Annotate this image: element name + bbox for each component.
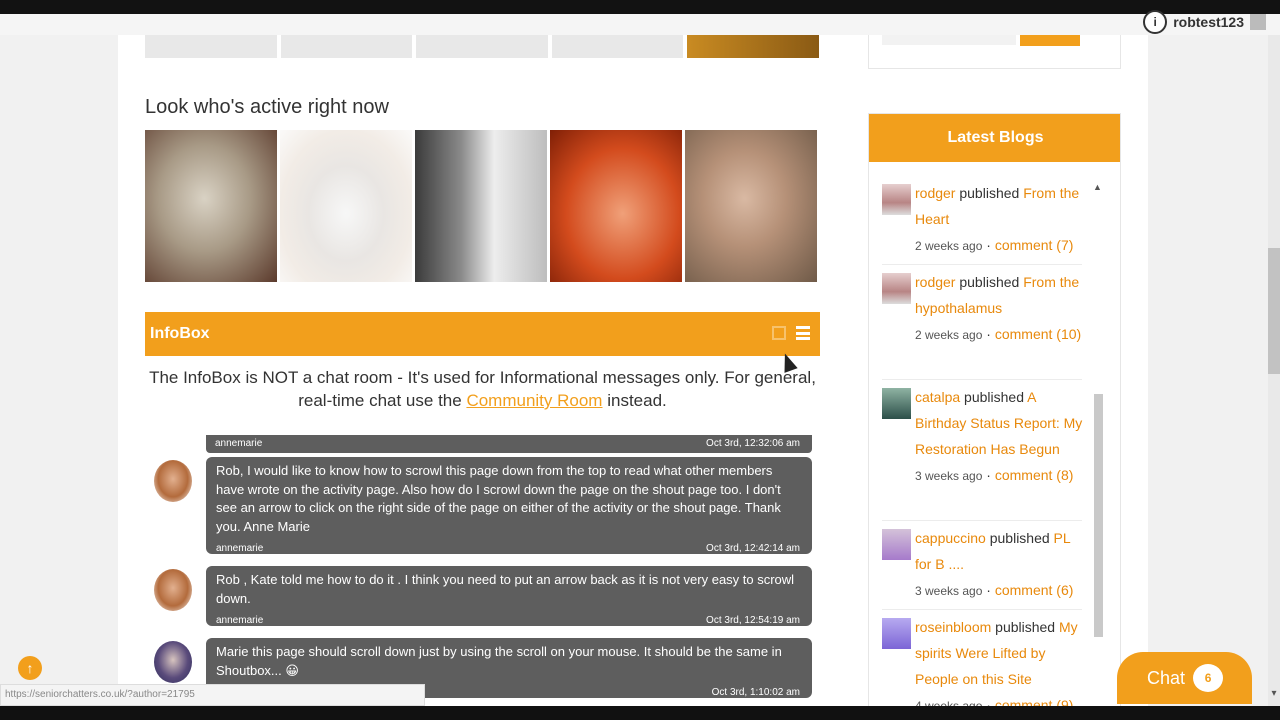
avatar[interactable]: [154, 569, 192, 611]
blog-entry: roseinbloom published My spirits Were Li…: [915, 619, 1078, 713]
note-suffix: instead.: [607, 391, 667, 410]
status-bar-url: https://seniorchatters.co.uk/?author=217…: [0, 684, 425, 706]
avatar[interactable]: [882, 529, 911, 560]
blog-comment-link[interactable]: comment (7): [995, 237, 1074, 253]
site-logo-icon: i: [1143, 10, 1168, 34]
blog-entry: rodger published From the Heart 2 weeks …: [915, 185, 1080, 253]
chat-count-badge: 6: [1193, 664, 1224, 692]
message-meta: annemarie Oct 3rd, 12:54:19 am: [216, 608, 802, 626]
section-title: Look who's active right now: [145, 96, 389, 118]
page-right-background: [1148, 35, 1268, 720]
latest-blogs-widget: Latest Blogs ▲ rodger published From the…: [868, 113, 1121, 720]
scroll-up-arrow-icon[interactable]: ▲: [1093, 182, 1102, 192]
user-menu[interactable]: i robtest123: [1143, 10, 1266, 34]
message-meta: annemarie Oct 3rd, 12:32:06 am: [206, 435, 812, 453]
infobox-note: The InfoBox is NOT a chat room - It's us…: [145, 366, 820, 412]
avatar[interactable]: [882, 184, 911, 215]
previous-photo-row: [145, 35, 819, 58]
blog-time: 2 weeks ago: [915, 328, 983, 342]
published-label: published: [964, 389, 1024, 405]
message-time: Oct 3rd, 12:32:06 am: [706, 438, 800, 449]
blog-author[interactable]: rodger: [915, 185, 955, 201]
blog-author[interactable]: cappuccino: [915, 530, 986, 546]
site-top-strip: [0, 14, 1280, 35]
message-time: Oct 3rd, 12:42:14 am: [706, 543, 800, 554]
page-left-background: [0, 35, 118, 720]
blog-comment-link[interactable]: comment (10): [995, 326, 1081, 342]
page-scrollbar-thumb[interactable]: [1268, 248, 1280, 374]
member-photo[interactable]: [687, 35, 819, 58]
avatar[interactable]: [154, 460, 192, 502]
scroll-down-arrow-icon[interactable]: ▾: [1268, 688, 1280, 702]
blog-time: 2 weeks ago: [915, 239, 983, 253]
avatar[interactable]: [154, 641, 192, 683]
message-text: Marie this page should scroll down just …: [216, 644, 782, 678]
avatar[interactable]: [882, 273, 911, 304]
avatar[interactable]: [882, 388, 911, 419]
divider: [882, 520, 1082, 521]
blog-entry: catalpa published A Birthday Status Repo…: [915, 389, 1083, 483]
blog-comment-link[interactable]: comment (8): [995, 467, 1074, 483]
divider: [882, 609, 1082, 610]
blog-time: 3 weeks ago: [915, 469, 983, 483]
infobox-header: InfoBox: [145, 312, 820, 356]
member-photo[interactable]: [685, 130, 817, 282]
divider: [882, 379, 1082, 380]
page-scrollbar-track[interactable]: [1268, 35, 1280, 720]
popout-icon[interactable]: [772, 326, 786, 340]
blog-author[interactable]: catalpa: [915, 389, 960, 405]
chat-button[interactable]: Chat 6: [1117, 652, 1252, 704]
username[interactable]: robtest123: [1173, 14, 1244, 30]
message-time: Oct 3rd, 1:10:02 am: [711, 687, 800, 698]
avatar[interactable]: [882, 618, 911, 649]
divider: [882, 264, 1082, 265]
community-room-link[interactable]: Community Room: [466, 391, 602, 410]
user-avatar[interactable]: [1250, 14, 1266, 30]
member-photo[interactable]: [145, 130, 277, 282]
member-photo[interactable]: [415, 130, 547, 282]
infobox-widget: InfoBox The InfoBox is NOT a chat room -…: [145, 312, 820, 720]
message-text: Rob, I would like to know how to scrowl …: [216, 463, 781, 534]
message-time: Oct 3rd, 12:54:19 am: [706, 615, 800, 626]
back-to-top-icon[interactable]: ↑: [18, 656, 42, 680]
blog-entry: cappuccino published PL for B .... 3 wee…: [915, 530, 1074, 598]
active-members-row: [145, 130, 817, 282]
published-label: published: [959, 185, 1020, 201]
message-bubble: Rob , Kate told me how to do it . I thin…: [206, 566, 812, 626]
chat-label: Chat: [1147, 667, 1186, 688]
message-user[interactable]: annemarie: [215, 438, 262, 449]
blog-entry: rodger published From the hypothalamus 2…: [915, 274, 1082, 342]
message-text: Rob , Kate told me how to do it . I thin…: [216, 572, 795, 606]
member-photo[interactable]: [551, 35, 684, 58]
blog-author[interactable]: roseinbloom: [915, 619, 991, 635]
latest-blogs-title: Latest Blogs: [869, 114, 1120, 162]
sidebar-search-input[interactable]: [882, 35, 1016, 45]
member-photo[interactable]: [280, 130, 412, 282]
browser-bottom-bar: [0, 706, 1280, 720]
member-photo[interactable]: [145, 35, 277, 58]
sidebar-search-button[interactable]: [1020, 35, 1080, 46]
published-label: published: [995, 619, 1056, 635]
member-photo[interactable]: [280, 35, 413, 58]
published-label: published: [989, 530, 1050, 546]
message-user[interactable]: annemarie: [216, 540, 263, 559]
blogs-scrollbar[interactable]: [1094, 394, 1103, 637]
message-bubble: Rob, I would like to know how to scrowl …: [206, 457, 812, 554]
member-photo[interactable]: [550, 130, 682, 282]
message-user[interactable]: annemarie: [216, 612, 263, 631]
blog-comment-link[interactable]: comment (6): [995, 582, 1074, 598]
blog-author[interactable]: rodger: [915, 274, 955, 290]
menu-icon[interactable]: [796, 326, 810, 340]
published-label: published: [959, 274, 1020, 290]
message-meta: annemarie Oct 3rd, 12:42:14 am: [216, 536, 802, 554]
member-photo[interactable]: [416, 35, 548, 58]
infobox-title: InfoBox: [150, 325, 210, 342]
blog-time: 3 weeks ago: [915, 584, 983, 598]
